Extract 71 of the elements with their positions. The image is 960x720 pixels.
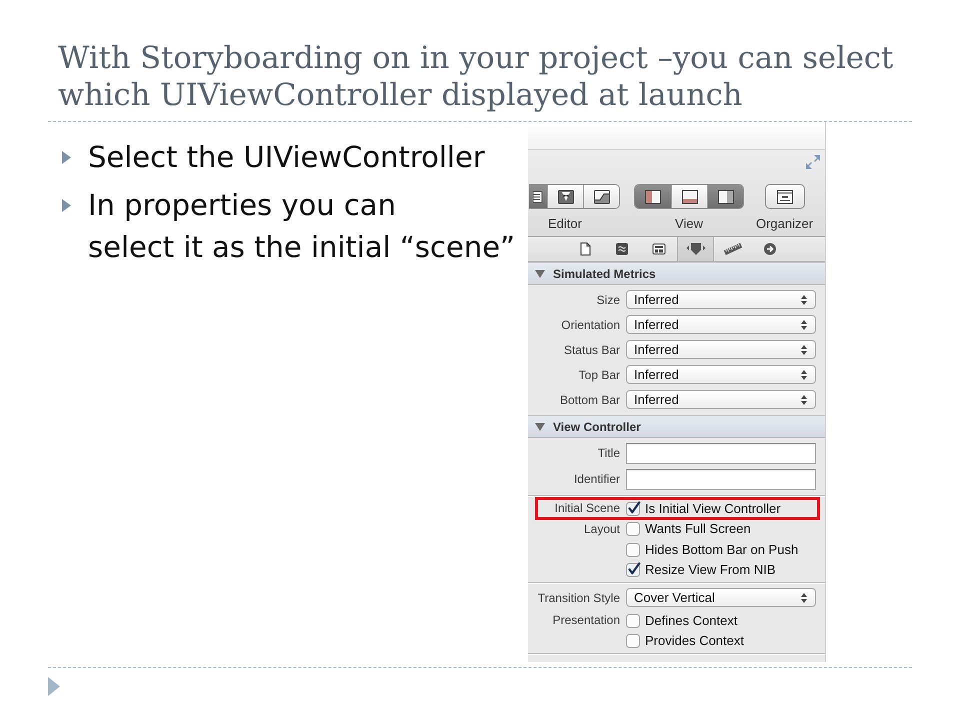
popup-button[interactable]: Cover Vertical [626,588,816,607]
window-icon [776,190,792,204]
toolbar-button[interactable] [764,184,804,209]
inspector-tab[interactable] [677,237,714,261]
checkbox[interactable] [626,633,641,648]
popup-button[interactable]: Inferred [626,390,816,409]
checkbox-label: Provides Context [645,633,744,648]
field-label: Status Bar [564,342,620,356]
disclosure-triangle-icon[interactable] [535,422,545,430]
section-title: View Controller [553,420,641,434]
arrow-circle-icon [762,242,776,256]
checkbox-label: Wants Full Screen [645,521,751,536]
card-icon [652,242,666,256]
bullet-text: In properties you can select it as the initial “scene” [88,187,516,266]
popup-button[interactable]: Inferred [626,290,816,309]
text-field[interactable] [626,442,816,464]
segment-button[interactable] [707,185,743,208]
popup-button[interactable]: Inferred [626,365,816,384]
segment-button[interactable] [547,185,583,208]
file-icon [578,242,592,256]
toolbar-label: View [675,216,703,232]
field-label: Transition Style [538,590,620,604]
shield-icon [686,242,706,256]
segment-button[interactable] [671,185,707,208]
bullet-icon [62,151,71,164]
text-field[interactable] [626,468,816,490]
field-label: Orientation [561,318,620,332]
right-panel-icon [718,190,734,204]
disclosure-triangle-icon[interactable] [535,270,545,278]
field-label: Size [596,292,620,306]
field-label: Presentation [552,613,620,628]
left-panel-icon [645,190,661,204]
wave-lines-icon [614,242,628,256]
popup-arrows-icon [801,370,807,380]
segment-button[interactable] [529,185,547,208]
popup-arrows-icon [801,394,807,404]
checkbox[interactable] [626,542,641,557]
toolbar-label: Editor [548,216,582,232]
checkbox-label: Is Initial View Controller [645,500,781,516]
slide-title: With Storyboarding on in your project –you can select which UIViewController displayed at launch [58,40,894,114]
toolbar-label: Organizer [756,216,814,232]
triangle-icon [48,677,60,696]
field-label: Top Bar [578,368,620,382]
field-label: Bottom Bar [560,392,620,406]
popup-button[interactable]: Inferred [626,315,816,334]
field-label: Title [598,446,620,460]
bullet-text: Select the UIViewController [88,139,485,176]
popup-arrows-icon [801,592,807,602]
checkbox-label: Resize View From NIB [645,562,776,578]
popup-arrows-icon [801,294,807,304]
checkbox-label: Hides Bottom Bar on Push [645,542,798,557]
bullet-icon [62,199,71,212]
list-icon [533,190,543,202]
popup-arrows-icon [801,320,807,330]
checkbox[interactable] [626,612,641,628]
checkbox-label: Defines Context [645,612,738,628]
tuxedo-icon [558,190,574,204]
field-label: Initial Scene [554,501,620,516]
field-label: Identifier [574,472,620,486]
section-title: Simulated Metrics [553,266,656,280]
bottom-panel-icon [682,190,698,204]
section-header[interactable]: Simulated Metrics [528,262,825,285]
checkbox[interactable] [626,521,641,536]
popup-arrows-icon [801,344,807,354]
popup-button[interactable]: Inferred [626,340,816,359]
field-label: Layout [584,522,620,536]
checkbox[interactable] [626,500,641,516]
segment-button[interactable] [635,185,671,208]
section-header[interactable]: View Controller [528,415,825,438]
segment-button[interactable] [583,185,619,208]
checkbox[interactable] [626,562,641,578]
